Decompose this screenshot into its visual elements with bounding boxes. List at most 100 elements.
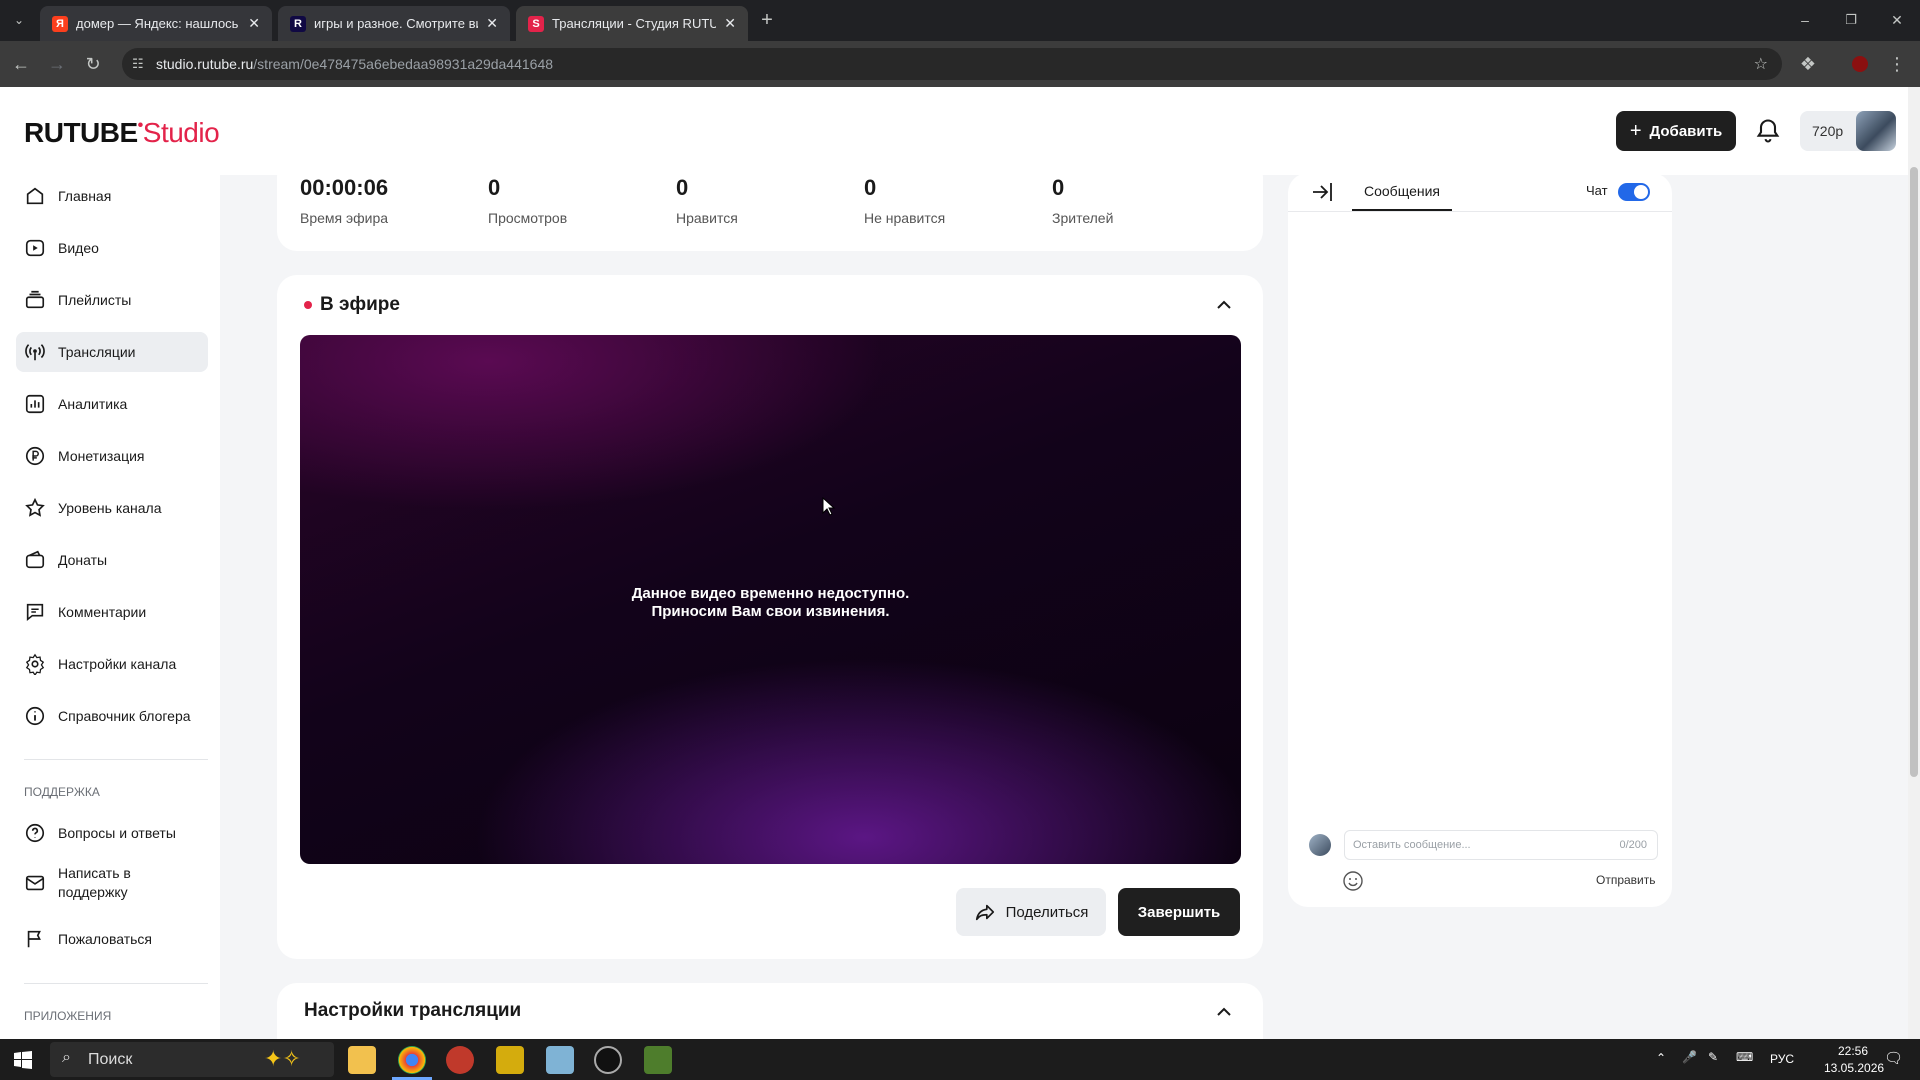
- sidebar-item-label: Настройки канала: [58, 656, 177, 672]
- browser-tab-2[interactable]: R игры и разное. Смотрите вид ✕: [278, 6, 510, 41]
- close-window-icon[interactable]: ✕: [1886, 9, 1908, 31]
- sidebar-divider: [24, 759, 208, 760]
- sidebar-item-analytics[interactable]: Аналитика: [16, 384, 208, 424]
- stats-card: 00:00:06 Время эфира 0 Просмотров 0 Нрав…: [277, 157, 1263, 251]
- sidebar-item-channel-settings[interactable]: Настройки канала: [16, 644, 208, 684]
- address-bar[interactable]: ☷ studio.rutube.ru/stream/0e478475a6ebed…: [122, 48, 1782, 80]
- live-video-player[interactable]: Данное видео временно недоступно. Принос…: [300, 335, 1241, 864]
- channel-avatar: [1856, 111, 1896, 151]
- chat-message-input[interactable]: Оставить сообщение... 0/200: [1344, 830, 1658, 860]
- url-path: /stream/0e478475a6ebedaa98931a29da441648: [253, 56, 554, 72]
- stat-value-airtime: 00:00:06: [300, 175, 389, 200]
- chart-icon: [25, 394, 45, 414]
- video-message-line1: Данное видео временно недоступно.: [631, 585, 910, 602]
- sidebar-item-label: Комментарии: [58, 604, 147, 620]
- sidebar-item-video[interactable]: Видео: [16, 228, 208, 268]
- emoji-smile-icon[interactable]: [1342, 870, 1364, 892]
- end-stream-button[interactable]: Завершить: [1118, 888, 1240, 936]
- rutube-studio-logo[interactable]: RUTUBE•Studio: [24, 117, 220, 149]
- windows-start-icon[interactable]: [14, 1051, 32, 1069]
- back-arrow-icon[interactable]: ←: [10, 53, 32, 75]
- sidebar-item-report[interactable]: Пожаловаться: [16, 919, 208, 959]
- site-info-icon[interactable]: ☷: [132, 56, 144, 72]
- windows-taskbar: ⌕ Поиск ✦✧ ⌃ 🎤 ✎ ⌨ РУС 22:56 13.05.2026 …: [0, 1039, 1920, 1080]
- page-scrollbar[interactable]: [1908, 87, 1920, 1039]
- scrollbar-thumb[interactable]: [1910, 167, 1918, 777]
- stat-label-likes: Нравится: [676, 210, 738, 226]
- taskbar-search-input[interactable]: ⌕ Поиск ✦✧: [50, 1042, 334, 1077]
- close-tab-icon[interactable]: ✕: [724, 15, 736, 32]
- sidebar-item-broadcasts[interactable]: Трансляции: [16, 332, 208, 372]
- browser-tab-3[interactable]: S Трансляции - Студия RUTUBE ✕: [516, 6, 748, 41]
- mail-icon: [25, 875, 45, 891]
- app-yellow-icon[interactable]: [496, 1046, 524, 1074]
- support-caption: ПОДДЕРЖКА: [24, 785, 100, 799]
- flag-icon: [27, 930, 41, 948]
- send-button[interactable]: Отправить: [1596, 873, 1656, 887]
- microphone-icon[interactable]: 🎤: [1682, 1050, 1697, 1064]
- bell-icon[interactable]: [1754, 117, 1782, 145]
- sidebar-item-label: Донаты: [58, 552, 108, 568]
- profile-avatar-icon[interactable]: [1852, 56, 1868, 72]
- sidebar-item-donations[interactable]: Донаты: [16, 540, 208, 580]
- stat-label-airtime: Время эфира: [300, 210, 389, 226]
- chat-panel: Сообщения Чат Оставить сообщение... 0/20…: [1288, 173, 1672, 907]
- new-tab-plus-icon[interactable]: +: [756, 9, 778, 31]
- add-button[interactable]: + Добавить: [1616, 111, 1736, 151]
- info-icon: [25, 706, 45, 726]
- sidebar-item-contact-support[interactable]: Написать в поддержку: [16, 857, 208, 909]
- chat-toggle-label: Чат: [1586, 183, 1608, 198]
- profile-menu[interactable]: 720p: [1800, 111, 1896, 151]
- sidebar-item-channel-level[interactable]: Уровень канала: [16, 488, 208, 528]
- reload-icon[interactable]: ↻: [82, 53, 104, 75]
- user-avatar: [1309, 834, 1331, 856]
- tab-messages[interactable]: Сообщения: [1352, 173, 1452, 211]
- obs-studio-icon[interactable]: [594, 1046, 622, 1074]
- extensions-puzzle-icon[interactable]: ❖: [1797, 53, 1819, 75]
- collapse-chevron-up-icon[interactable]: [1214, 295, 1234, 315]
- tray-chevron-up-icon[interactable]: ⌃: [1656, 1051, 1666, 1065]
- minecraft-icon[interactable]: [644, 1046, 672, 1074]
- pen-icon[interactable]: ✎: [1708, 1050, 1718, 1064]
- sidebar-item-comments[interactable]: Комментарии: [16, 592, 208, 632]
- tab-search-chevron-icon[interactable]: ⌄: [8, 9, 30, 31]
- bookmark-star-icon[interactable]: ☆: [1754, 54, 1768, 74]
- settings-chevron-up-icon[interactable]: [1214, 1002, 1234, 1022]
- sidebar-item-monetization[interactable]: Монетизация: [16, 436, 208, 476]
- app-blue-icon[interactable]: [546, 1046, 574, 1074]
- close-tab-icon[interactable]: ✕: [486, 15, 498, 32]
- stat-value-views: 0: [488, 175, 501, 200]
- input-language[interactable]: РУС: [1770, 1052, 1794, 1066]
- chat-input-placeholder: Оставить сообщение...: [1353, 839, 1471, 851]
- sidebar-item-faq[interactable]: Вопросы и ответы: [16, 813, 208, 853]
- wallet-icon: [25, 550, 45, 569]
- video-unavailable-message: Данное видео временно недоступно. Принос…: [300, 585, 1241, 621]
- add-button-label: Добавить: [1649, 122, 1723, 140]
- browser-menu-icon[interactable]: ⋮: [1886, 53, 1908, 75]
- sidebar-item-blogger-guide[interactable]: Справочник блогера: [16, 696, 208, 736]
- sidebar-item-playlists[interactable]: Плейлисты: [16, 280, 208, 320]
- gear-icon: [25, 653, 45, 675]
- share-button-label: Поделиться: [1005, 903, 1089, 921]
- restore-window-icon[interactable]: ❐: [1840, 9, 1862, 31]
- collapse-panel-icon[interactable]: [1310, 181, 1334, 203]
- sidebar-item-home[interactable]: Главная: [16, 176, 208, 216]
- sidebar-item-label: Пожаловаться: [58, 931, 153, 947]
- notifications-icon[interactable]: 🗨: [1884, 1049, 1903, 1067]
- yandex-favicon-icon: Я: [52, 15, 68, 32]
- app-red-icon[interactable]: [446, 1046, 474, 1074]
- keyboard-icon[interactable]: ⌨: [1736, 1050, 1753, 1064]
- chrome-icon[interactable]: [398, 1046, 426, 1074]
- minimize-window-icon[interactable]: –: [1794, 9, 1816, 31]
- file-explorer-icon[interactable]: [348, 1046, 376, 1074]
- clock-date[interactable]: 13.05.2026: [1824, 1061, 1884, 1075]
- chat-toggle[interactable]: [1618, 183, 1650, 201]
- sidebar-item-label: Аналитика: [58, 396, 128, 412]
- share-button[interactable]: Поделиться: [956, 888, 1106, 936]
- char-counter: 0/200: [1619, 839, 1647, 851]
- clock-time[interactable]: 22:56: [1838, 1044, 1868, 1058]
- browser-tab-1[interactable]: Я домер — Яндекс: нашлось 17 ✕: [40, 6, 272, 41]
- close-tab-icon[interactable]: ✕: [248, 15, 260, 32]
- forward-arrow-icon[interactable]: →: [46, 53, 68, 75]
- share-arrow-icon: [975, 904, 994, 921]
